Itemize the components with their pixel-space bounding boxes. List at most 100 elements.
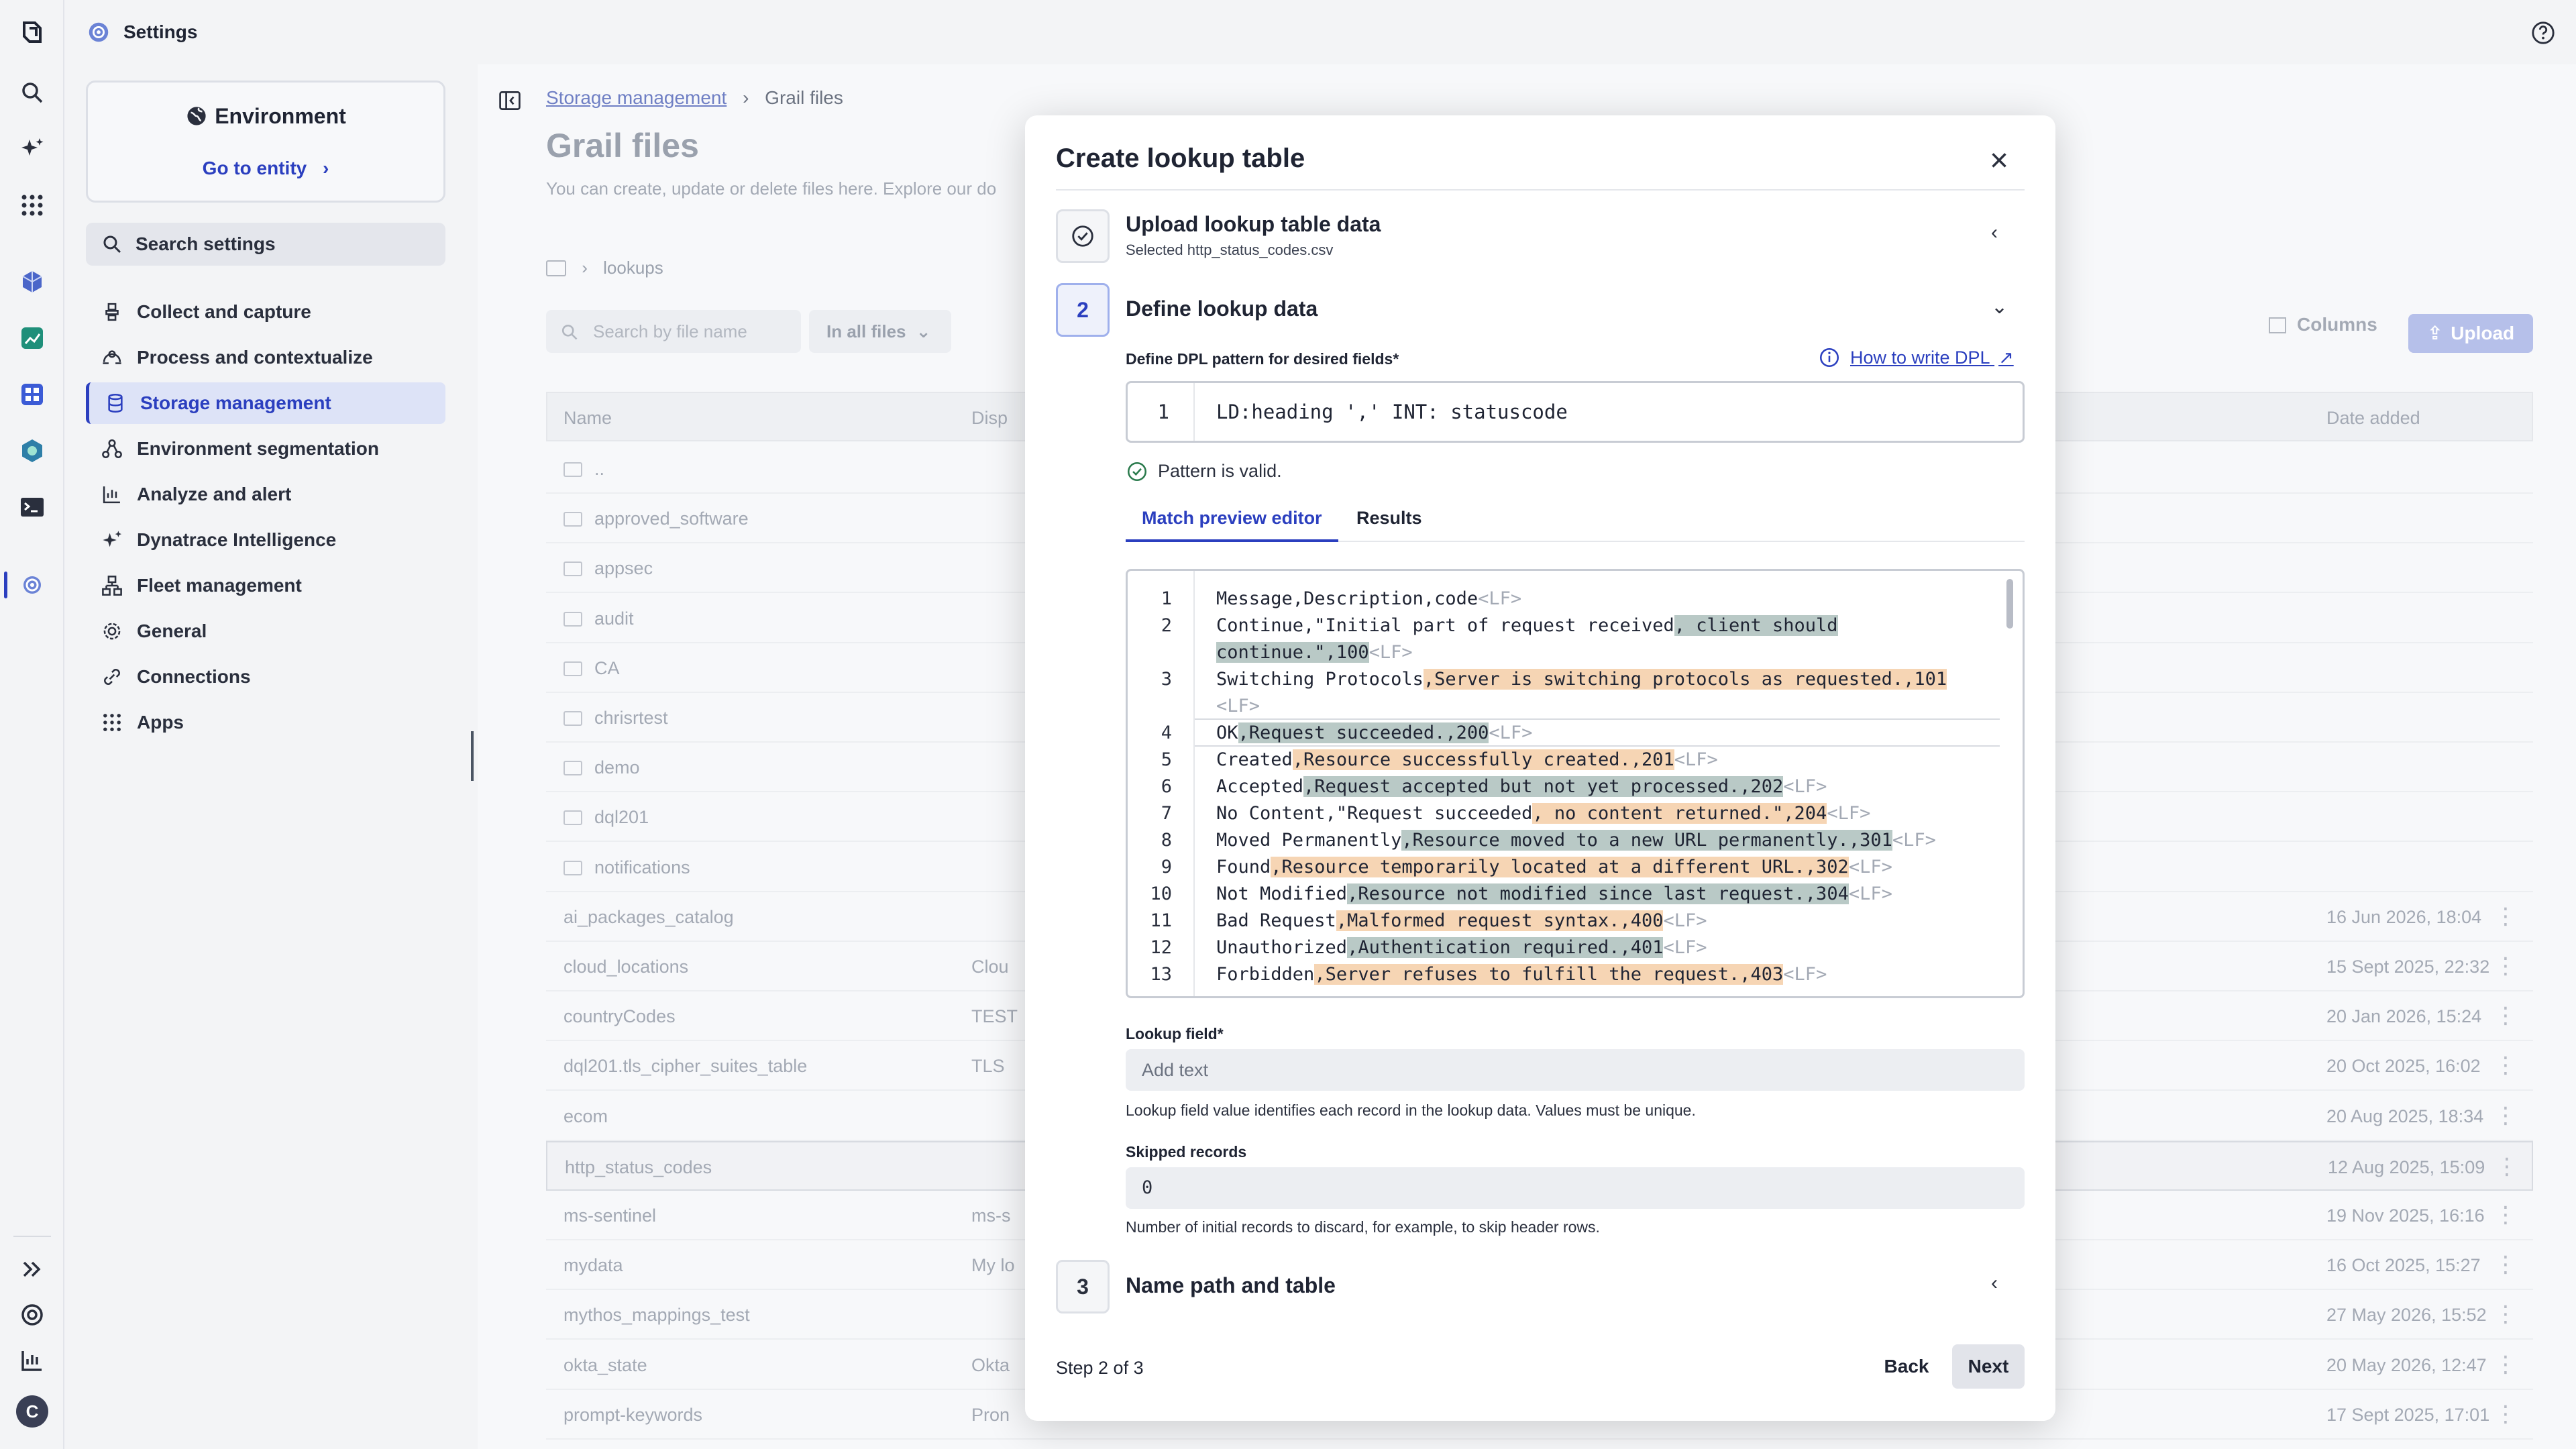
more-actions-icon[interactable]: ⋮ <box>2494 1052 2517 1079</box>
header-name[interactable]: Name <box>564 408 612 429</box>
preview-line-number: 4 <box>1161 722 1172 743</box>
skipped-records-input[interactable]: 0 <box>1126 1167 2025 1209</box>
preview-text: No Content,"Request succeeded <box>1216 803 1533 824</box>
more-actions-icon[interactable]: ⋮ <box>2494 953 2517 979</box>
close-icon[interactable]: × <box>1980 142 2018 180</box>
preview-line-content: Created,Resource successfully created.,2… <box>1216 749 1718 770</box>
file-name: mythos_mappings_test <box>564 1305 750 1325</box>
tab-match-preview-editor[interactable]: Match preview editor <box>1126 504 1338 542</box>
app-terminal-icon[interactable] <box>16 491 48 523</box>
more-actions-icon[interactable]: ⋮ <box>2496 1153 2518 1180</box>
step3-title[interactable]: Name path and table <box>1126 1273 1336 1298</box>
columns-button[interactable]: Columns <box>2269 314 2377 335</box>
match-highlight: ,Resource temporarily located at a diffe… <box>1271 857 1849 877</box>
more-actions-icon[interactable]: ⋮ <box>2494 903 2517 930</box>
sidebar-item-dynatrace-intelligence[interactable]: Dynatrace Intelligence <box>86 519 445 561</box>
more-actions-icon[interactable]: ⋮ <box>2494 1201 2517 1228</box>
header-date-added[interactable]: Date added <box>2326 408 2420 429</box>
check-circle-icon <box>1072 225 1093 247</box>
more-actions-icon[interactable]: ⋮ <box>2494 1351 2517 1378</box>
preview-text: Switching Protocols <box>1216 669 1424 690</box>
sparkle-icon[interactable] <box>16 133 48 165</box>
help-icon[interactable] <box>2530 20 2556 46</box>
current-folder[interactable]: lookups <box>603 258 663 278</box>
settings-gear-icon[interactable] <box>16 569 48 601</box>
preview-line-number: 10 <box>1150 883 1172 904</box>
dpl-pattern-label: Define DPL pattern for desired fields* <box>1126 350 1399 368</box>
user-avatar[interactable]: C <box>16 1395 48 1428</box>
editor-scrollbar[interactable] <box>2006 579 2013 629</box>
next-button[interactable]: Next <box>1952 1344 2025 1389</box>
sidebar-item-storage-management[interactable]: Storage management <box>86 382 445 424</box>
sidebar-item-process[interactable]: Process and contextualize <box>86 337 445 378</box>
fleet-icon <box>102 576 122 596</box>
preview-text: Created <box>1216 749 1293 770</box>
app-cube-icon[interactable] <box>16 266 48 298</box>
sidebar-resize-handle[interactable] <box>471 731 474 781</box>
more-actions-icon[interactable]: ⋮ <box>2494 1301 2517 1328</box>
step2-title[interactable]: Define lookup data <box>1126 297 1318 321</box>
file-search-input[interactable]: Search by file name <box>546 310 801 353</box>
folder-name: demo <box>564 757 640 778</box>
tab-results[interactable]: Results <box>1340 504 1438 542</box>
sidebar-item-connections[interactable]: Connections <box>86 656 445 698</box>
folder-name: audit <box>564 608 634 629</box>
preview-line-number: 1 <box>1161 588 1172 609</box>
expand-chevrons-icon[interactable] <box>16 1253 48 1285</box>
line-feed-marker: <LF> <box>1827 803 1871 824</box>
sidebar-item-apps[interactable]: Apps <box>86 702 445 743</box>
sidebar-item-environment-segmentation[interactable]: Environment segmentation <box>86 428 445 470</box>
line-feed-marker: <LF> <box>1663 910 1707 931</box>
file-name: ecom <box>564 1106 608 1126</box>
sidebar-item-fleet-management[interactable]: Fleet management <box>86 565 445 606</box>
app-dashboard-icon[interactable] <box>16 378 48 411</box>
collect-icon <box>105 303 119 321</box>
scope-select[interactable]: In all files ⌄ <box>809 310 951 353</box>
lookup-field-input[interactable]: Add text <box>1126 1049 2025 1091</box>
file-date-added: 20 May 2026, 12:47 <box>2326 1355 2487 1375</box>
match-preview-editor[interactable]: 1 Message,Description,code<LF> 2 Continue,"… <box>1126 569 2025 998</box>
analytics-icon[interactable] <box>16 1344 48 1377</box>
more-actions-icon[interactable]: ⋮ <box>2494 1102 2517 1129</box>
breadcrumb-storage-management[interactable]: Storage management <box>546 87 727 108</box>
preview-text: Accepted <box>1216 776 1304 797</box>
search-icon[interactable] <box>16 76 48 109</box>
step3-chevron-left-icon[interactable]: ‹ <box>1991 1272 1998 1295</box>
step1-chevron-left-icon[interactable]: ‹ <box>1991 221 1998 244</box>
page-description: You can create, update or delete files h… <box>546 178 997 199</box>
support-lifebuoy-icon[interactable] <box>16 1299 48 1331</box>
toggle-sidebar-icon[interactable] <box>498 89 522 113</box>
line-feed-marker: <LF> <box>1892 830 1936 851</box>
step1-title[interactable]: Upload lookup table data <box>1126 212 1381 237</box>
header-display-name[interactable]: Disp <box>971 408 1008 429</box>
preview-line-number: 7 <box>1161 803 1172 824</box>
more-actions-icon[interactable]: ⋮ <box>2494 1401 2517 1428</box>
sidebar-item-collect[interactable]: Collect and capture <box>86 291 445 333</box>
sidebar-item-analyze-and-alert[interactable]: Analyze and alert <box>86 474 445 515</box>
step-counter: Step 2 of 3 <box>1056 1358 1144 1378</box>
folder-icon <box>546 260 566 276</box>
app-chart-icon[interactable] <box>16 322 48 354</box>
back-button[interactable]: Back <box>1872 1344 1941 1389</box>
analyze-icon <box>103 486 120 504</box>
search-settings-input[interactable]: Search settings <box>86 223 445 266</box>
file-date-added: 12 Aug 2025, 15:09 <box>2328 1157 2485 1177</box>
go-to-entity-link[interactable]: Go to entity › <box>88 158 443 179</box>
apps-grid-icon[interactable] <box>16 189 48 221</box>
preview-line-content: Message,Description,code<LF> <box>1216 588 1521 609</box>
upload-button[interactable]: ⇪ Upload <box>2408 314 2533 353</box>
sidebar-item-general[interactable]: General <box>86 610 445 652</box>
folder-name: appsec <box>564 558 653 579</box>
step2-chevron-down-icon[interactable]: ⌄ <box>1991 295 2008 319</box>
more-actions-icon[interactable]: ⋮ <box>2494 1002 2517 1029</box>
process-icon <box>103 350 121 364</box>
search-icon <box>561 324 578 340</box>
pattern-valid-message: Pattern is valid. <box>1126 460 1282 483</box>
how-to-write-dpl-link[interactable]: How to write DPL ↗ <box>1850 347 2014 368</box>
skipped-records-help: Number of initial records to discard, fo… <box>1126 1218 1600 1236</box>
dpl-pattern-editor[interactable]: 1 LD:heading ',' INT: statuscode <box>1126 381 2025 443</box>
dynatrace-logo-icon[interactable] <box>16 16 48 48</box>
dpl-pattern-code[interactable]: LD:heading ',' INT: statuscode <box>1216 383 1568 441</box>
app-hexagon-icon[interactable] <box>16 435 48 467</box>
more-actions-icon[interactable]: ⋮ <box>2494 1251 2517 1278</box>
